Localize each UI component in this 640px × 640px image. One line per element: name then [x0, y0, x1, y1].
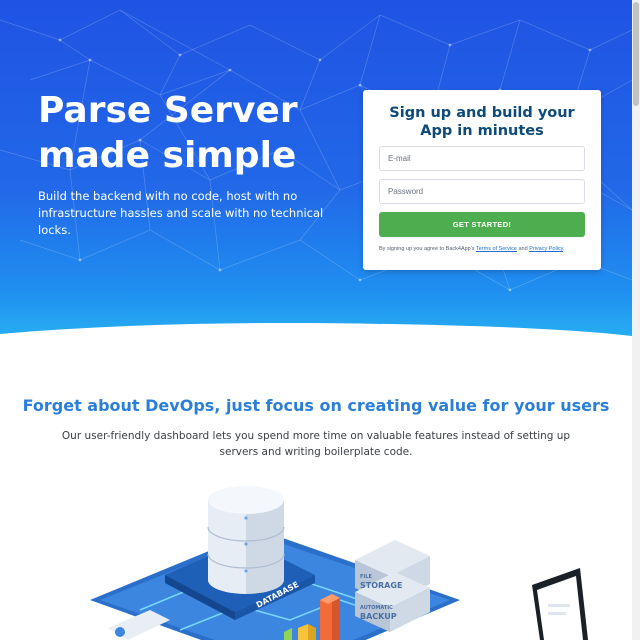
signup-title: Sign up and build your App in minutes — [389, 105, 575, 139]
storage-prefix: FILE — [360, 574, 372, 580]
hero-subtitle: Build the backend with no code, host wit… — [38, 189, 324, 237]
devops-section-text: Our user-friendly dashboard lets you spe… — [61, 430, 571, 458]
storage-servers: FILE STORAGE AUTOMATIC BACKUP SETUP — [355, 540, 437, 634]
setup-label: SETUP — [412, 617, 437, 634]
storage-label: STORAGE — [360, 581, 402, 590]
privacy-policy-link[interactable]: Privacy Policy — [529, 246, 563, 252]
hero-title-line2: made simple — [38, 135, 297, 176]
hero-title: Parse Server made simple — [38, 88, 338, 178]
terms-notice: By signing up you agree to Back4App's Te… — [379, 245, 589, 253]
terms-and: and — [518, 246, 528, 252]
get-started-button[interactable]: GET STARTED! — [379, 212, 585, 237]
isometric-backend-illustration: DATABASE FILE STORAGE AUTOMATIC BACKUP S… — [90, 486, 588, 640]
hero-wave-divider — [0, 323, 632, 342]
backup-prefix: AUTOMATIC — [360, 605, 393, 611]
scrollbar-thumb[interactable] — [633, 2, 639, 106]
password-field[interactable] — [379, 179, 585, 204]
terms-prefix: By signing up you agree to Back4App's — [379, 246, 475, 252]
backup-label: BACKUP — [360, 612, 397, 621]
email-field[interactable] — [379, 146, 585, 171]
page-scrollbar[interactable] — [632, 0, 640, 640]
phone-graphic — [532, 568, 588, 640]
terms-of-service-link[interactable]: Terms of Service — [476, 246, 517, 252]
terms-suffix: . — [563, 246, 565, 252]
signup-card: Sign up and build your App in minutes GE… — [363, 90, 601, 270]
hero-title-line1: Parse Server — [38, 90, 298, 131]
devops-section-title: Forget about DevOps, just focus on creat… — [22, 396, 610, 415]
